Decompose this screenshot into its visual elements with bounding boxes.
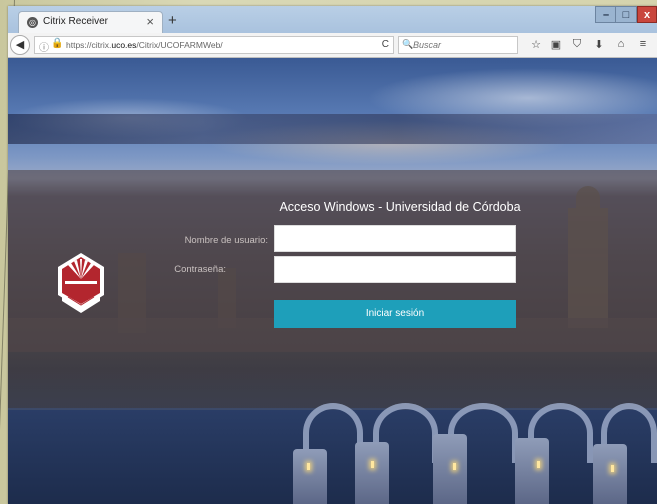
password-label: Contraseña: [174, 264, 226, 275]
username-label: Nombre de usuario: [184, 235, 268, 246]
back-button[interactable]: ◀ [10, 35, 30, 55]
new-tab-button[interactable]: + [168, 12, 177, 29]
url-text[interactable]: https://citrix.uco.es/Citrix/UCOFARMWeb/ [66, 40, 223, 50]
login-title: Acceso Windows - Universidad de Córdoba [279, 200, 521, 214]
lock-icon[interactable]: 🔒 [51, 38, 63, 49]
star-icon[interactable]: ☆ [529, 38, 543, 51]
tab-title: Citrix Receiver [43, 16, 109, 27]
page-content: Acceso Windows - Universidad de Córdoba … [8, 58, 657, 504]
home-icon[interactable]: ⌂ [614, 38, 628, 50]
close-window-button[interactable]: x [637, 6, 657, 23]
tab-strip: ◎ Citrix Receiver × + – □ x [8, 6, 657, 33]
pocket-icon[interactable]: ⛉ [570, 38, 584, 51]
background-clouds [8, 114, 657, 144]
tab-close-icon[interactable]: × [146, 14, 154, 29]
background-bridge [293, 403, 657, 504]
password-input[interactable] [274, 256, 516, 283]
reload-button[interactable]: C [382, 39, 389, 50]
minimize-button[interactable]: – [595, 6, 617, 23]
username-input[interactable] [274, 225, 516, 252]
citrix-favicon-icon: ◎ [27, 17, 38, 28]
search-icon: 🔍 [402, 39, 414, 49]
info-icon[interactable]: ⓘ [39, 39, 49, 54]
university-logo [58, 253, 104, 313]
search-input[interactable] [413, 38, 513, 52]
download-icon[interactable]: ⬇ [592, 38, 606, 51]
menu-icon[interactable]: ≡ [636, 38, 650, 50]
search-bar[interactable]: 🔍 [398, 36, 518, 54]
browser-window: ◎ Citrix Receiver × + – □ x ◀ ⓘ 🔒 https:… [8, 6, 657, 504]
address-bar[interactable]: ⓘ 🔒 https://citrix.uco.es/Citrix/UCOFARM… [34, 36, 394, 54]
navigation-toolbar: ◀ ⓘ 🔒 https://citrix.uco.es/Citrix/UCOFA… [8, 33, 657, 58]
clipboard-icon[interactable]: ▣ [549, 38, 563, 51]
tab-citrix-receiver[interactable]: ◎ Citrix Receiver × [18, 11, 163, 33]
login-button[interactable]: Iniciar sesión [274, 300, 516, 328]
maximize-button[interactable]: □ [615, 6, 637, 23]
